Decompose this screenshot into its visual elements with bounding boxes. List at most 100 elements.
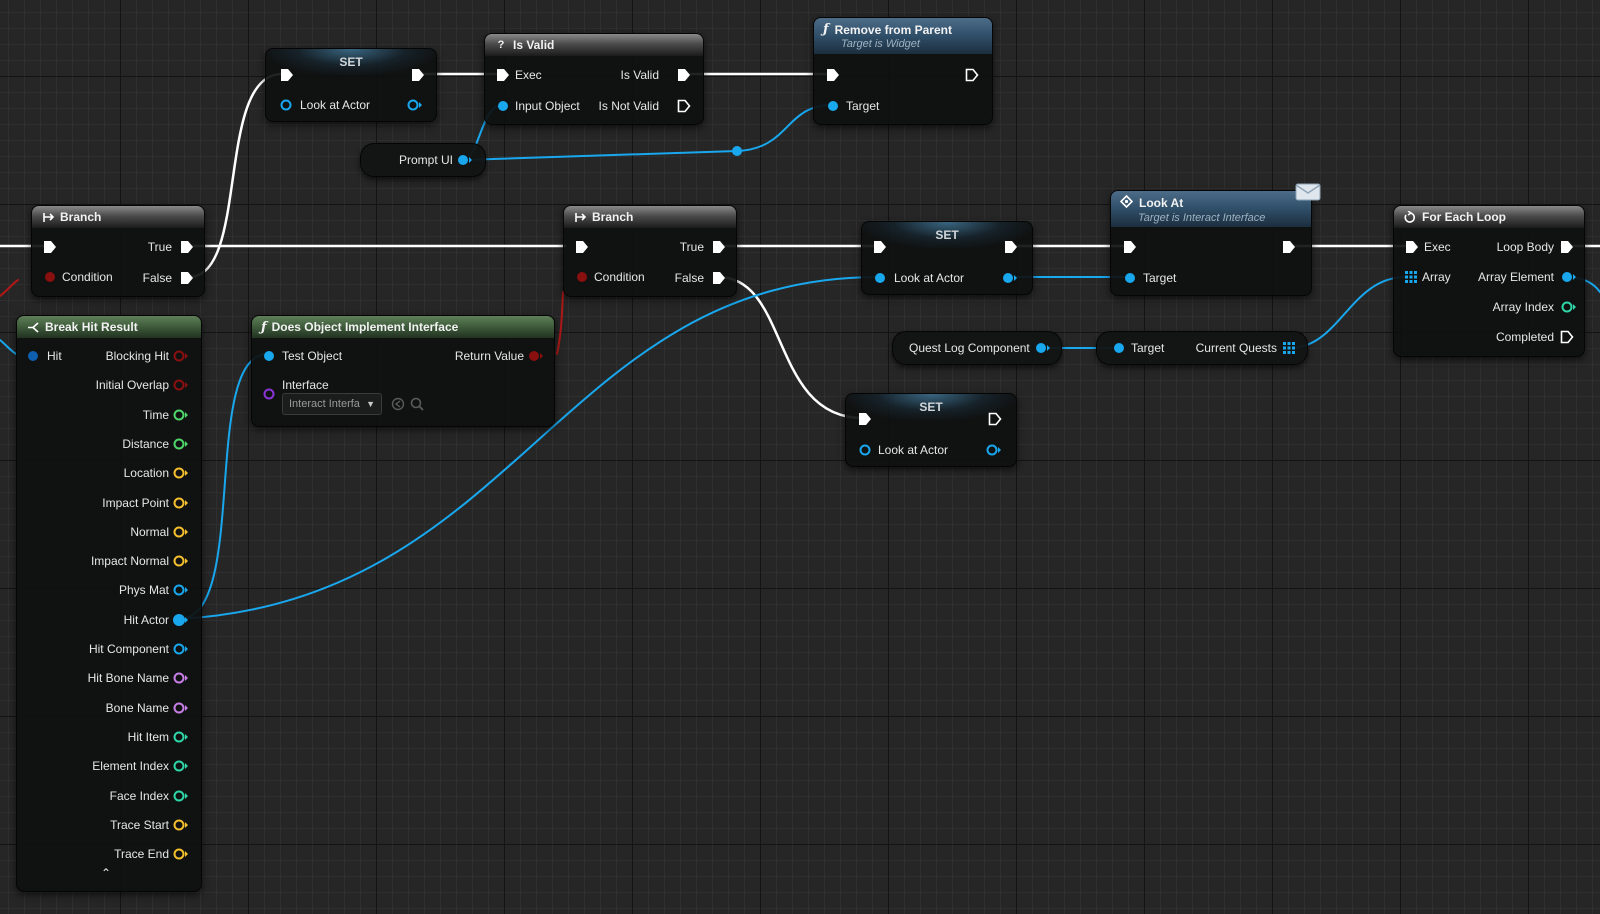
target-label: Target	[1143, 271, 1177, 285]
chevron-up-icon[interactable]: ⌃	[101, 866, 111, 880]
node-title: Branch	[592, 210, 634, 224]
object-out-pin[interactable]	[1002, 272, 1018, 284]
object-out-pin[interactable]	[407, 99, 423, 111]
object-in-pin[interactable]	[497, 100, 509, 112]
output-label: Hit Bone Name	[87, 671, 169, 686]
int-out-pin[interactable]	[1561, 301, 1577, 313]
exec-out-pin[interactable]	[712, 271, 726, 285]
exec-out-pin[interactable]	[180, 271, 194, 285]
look-at-node[interactable]: Look At Target is Interact Interface Tar…	[1110, 190, 1312, 296]
output-pin[interactable]	[173, 643, 189, 655]
output-pin[interactable]	[173, 790, 189, 802]
quest-log-component-variable[interactable]: Quest Log Component	[892, 331, 1062, 365]
output-label: Hit Actor	[123, 612, 169, 627]
output-label: Impact Point	[102, 495, 169, 510]
exec-in-pin[interactable]	[1123, 240, 1137, 254]
output-pin[interactable]	[173, 409, 189, 421]
output-pin[interactable]	[173, 379, 189, 391]
variable-label: Look at Actor	[300, 98, 371, 112]
output-pin[interactable]	[173, 613, 189, 626]
branch-node-left[interactable]: Branch True Condition False	[31, 205, 205, 297]
bool-in-pin[interactable]	[44, 271, 56, 283]
true-label: True	[679, 240, 704, 254]
bool-in-pin[interactable]	[576, 271, 588, 283]
output-pin[interactable]	[173, 438, 189, 450]
object-in-pin[interactable]	[859, 444, 871, 456]
interface-class-dropdown[interactable]: Interact Interfa ▼	[282, 393, 382, 415]
exec-out-pin[interactable]	[677, 68, 691, 82]
question-icon: ?	[497, 39, 505, 51]
exec-in-pin[interactable]	[1405, 240, 1419, 254]
exec-in-pin[interactable]	[43, 240, 57, 254]
exec-out-pin[interactable]	[677, 99, 691, 113]
output-pin[interactable]	[173, 848, 189, 860]
exec-out-pin[interactable]	[1560, 240, 1574, 254]
exec-out-pin[interactable]	[180, 240, 194, 254]
object-out-pin[interactable]	[457, 154, 473, 166]
interface-in-pin[interactable]	[263, 388, 275, 400]
output-pin[interactable]	[173, 497, 189, 509]
object-in-pin[interactable]	[280, 99, 292, 111]
exec-label: Exec	[515, 68, 542, 82]
set-node-low[interactable]: SET Look at Actor	[845, 393, 1017, 467]
output-label: Blocking Hit	[105, 349, 169, 363]
reroute-knot[interactable]	[732, 146, 742, 156]
struct-in-pin[interactable]	[27, 350, 39, 362]
object-in-pin[interactable]	[874, 272, 886, 284]
output-pin[interactable]	[173, 526, 189, 538]
exec-out-pin[interactable]	[411, 68, 425, 82]
object-out-pin[interactable]	[1561, 271, 1577, 283]
object-out-pin[interactable]	[1035, 342, 1051, 354]
prompt-ui-variable[interactable]: Prompt UI	[360, 143, 486, 177]
output-pin[interactable]	[173, 584, 189, 596]
exec-in-pin[interactable]	[826, 68, 840, 82]
exec-out-pin[interactable]	[1560, 330, 1574, 344]
output-label: Face Index	[109, 788, 169, 803]
object-in-pin[interactable]	[263, 350, 275, 362]
true-label: True	[147, 240, 172, 254]
exec-in-pin[interactable]	[575, 240, 589, 254]
object-in-pin[interactable]	[1113, 342, 1125, 354]
remove-from-parent-node[interactable]: ƒ Remove from Parent Target is Widget Ta…	[813, 17, 993, 125]
current-quests-getter[interactable]: Target Current Quests	[1096, 331, 1308, 365]
exec-in-pin[interactable]	[873, 240, 887, 254]
output-pin[interactable]	[173, 760, 189, 772]
object-in-pin[interactable]	[1124, 272, 1136, 284]
output-label: Hit Component	[88, 642, 169, 656]
exec-in-pin[interactable]	[280, 68, 294, 82]
exec-in-pin[interactable]	[858, 412, 872, 426]
output-label: Hit Item	[127, 729, 169, 744]
use-selected-icon[interactable]	[391, 397, 405, 411]
output-pin[interactable]	[173, 672, 189, 684]
output-pin[interactable]	[173, 467, 189, 479]
exec-out-pin[interactable]	[988, 412, 1002, 426]
object-out-pin[interactable]	[986, 444, 1002, 456]
array-grid-icon[interactable]	[1405, 271, 1417, 283]
output-label: Phys Mat	[118, 583, 169, 598]
output-pin[interactable]	[173, 731, 189, 743]
output-label: Initial Overlap	[95, 378, 169, 393]
output-pin[interactable]	[173, 350, 189, 362]
output-pin[interactable]	[173, 819, 189, 831]
is-valid-node[interactable]: ? Is Valid Exec Is Valid Input Object Is…	[484, 33, 704, 125]
break-hit-result-node[interactable]: Break Hit Result Hit Blocking Hit Initial…	[16, 315, 202, 892]
output-label: Location	[123, 466, 169, 481]
exec-out-pin[interactable]	[1282, 240, 1296, 254]
exec-out-pin[interactable]	[712, 240, 726, 254]
branch-node-mid[interactable]: Branch True Condition False	[563, 205, 737, 297]
does-object-implement-interface-node[interactable]: ƒ Does Object Implement Interface Test O…	[251, 315, 555, 427]
array-grid-icon[interactable]	[1283, 342, 1295, 354]
output-pin[interactable]	[173, 555, 189, 567]
set-node-top[interactable]: SET Look at Actor	[265, 48, 437, 122]
test-object-label: Test Object	[282, 349, 343, 363]
set-node-mid[interactable]: SET Look at Actor	[861, 221, 1033, 295]
exec-out-pin[interactable]	[965, 68, 979, 82]
exec-in-pin[interactable]	[496, 68, 510, 82]
bool-out-pin[interactable]	[528, 350, 544, 362]
output-pin[interactable]	[173, 702, 189, 714]
node-title: Break Hit Result	[45, 320, 138, 334]
exec-out-pin[interactable]	[1004, 240, 1018, 254]
for-each-loop-node[interactable]: For Each Loop Exec Loop Body Array Array…	[1393, 205, 1585, 357]
object-in-pin[interactable]	[827, 100, 839, 112]
search-icon[interactable]	[410, 397, 424, 411]
